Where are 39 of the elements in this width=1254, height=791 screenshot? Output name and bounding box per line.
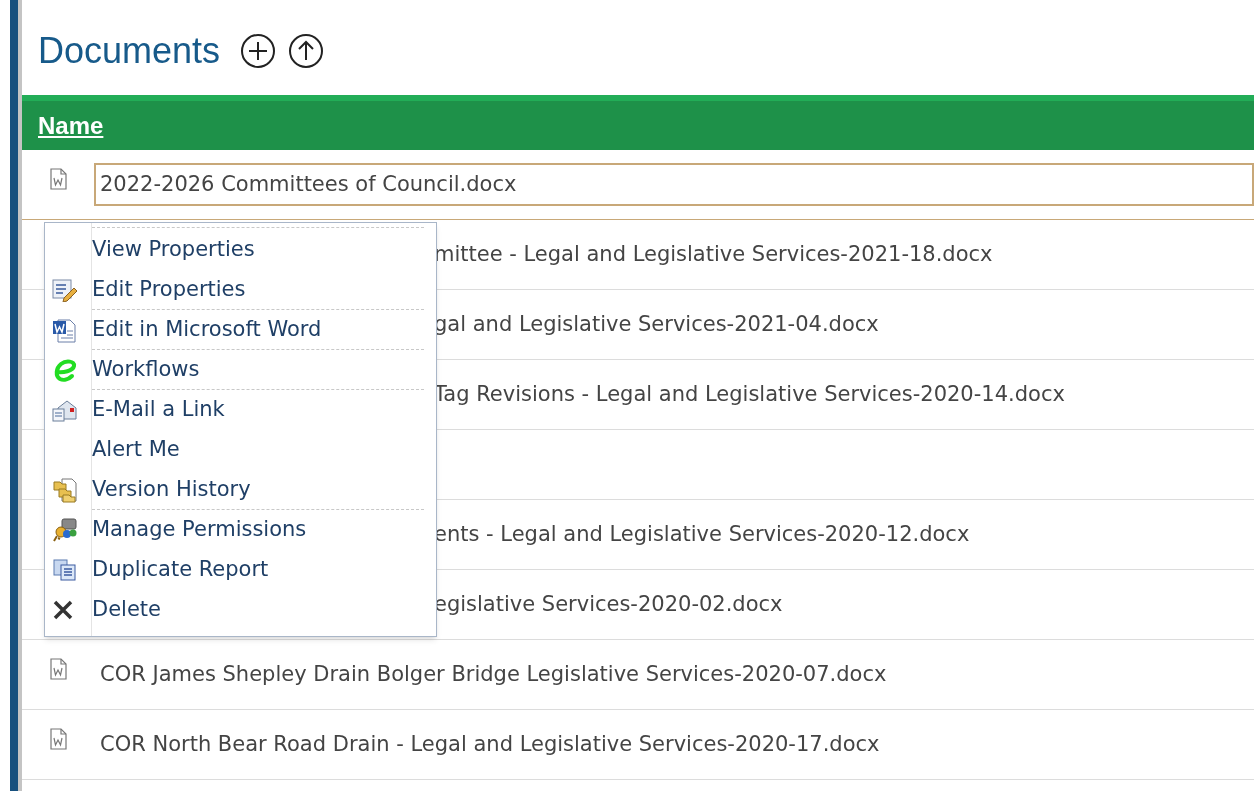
menu-item-label: Alert Me <box>92 436 180 464</box>
add-icon[interactable] <box>240 32 277 69</box>
file-name: COR James Shepley Drain Bolger Bridge Legislative Services-2020-07.docx <box>99 660 888 688</box>
duplicate-icon <box>52 558 78 582</box>
edit-properties-icon <box>52 277 78 302</box>
menu-item[interactable]: Edit Properties <box>92 270 424 310</box>
upload-icon[interactable] <box>288 32 325 69</box>
menu-item[interactable]: Manage Permissions <box>92 510 424 550</box>
permissions-icon <box>52 517 78 543</box>
menu-item[interactable]: Workflows <box>92 350 424 390</box>
file-name: 2022-2026 Committees of Council.docx <box>94 162 1254 207</box>
column-header-link[interactable]: Name <box>38 107 104 144</box>
menu-item[interactable]: E-Mail a Link <box>92 390 424 430</box>
close-icon <box>52 599 74 621</box>
word-document-icon <box>52 316 76 343</box>
file-name: egislative Services-2020-02.docx <box>434 590 783 618</box>
menu-item[interactable]: Version History <box>92 470 424 510</box>
table-row[interactable]: 2022-2026 Committees of Council.docx <box>22 150 1254 220</box>
menu-item[interactable]: Alert Me <box>92 430 424 470</box>
file-name: Tag Revisions - Legal and Legislative Services-2020-14.docx <box>434 380 1065 408</box>
menu-item-label: Manage Permissions <box>92 516 307 544</box>
table-row[interactable]: COR James Shepley Drain Bolger Bridge Legislative Services-2020-07.docx <box>22 640 1254 710</box>
menu-item-label: View Properties <box>92 236 255 264</box>
menu-item[interactable]: View Properties <box>92 230 424 270</box>
file-name: COR North Bear Road Drain - Legal and Legislative Services-2020-17.docx <box>99 730 881 758</box>
version-history-icon <box>52 476 78 503</box>
menu-item[interactable]: Delete <box>92 590 424 630</box>
document-icon <box>49 727 67 750</box>
envelope-icon <box>52 398 78 422</box>
page-title: Documents <box>38 28 221 73</box>
menu-item[interactable]: Edit in Microsoft Word <box>92 310 424 350</box>
menu-item-label: Delete <box>92 596 161 624</box>
file-name: mittee - Legal and Legislative Services-2021-18.docx <box>434 240 993 268</box>
document-icon <box>49 167 67 190</box>
document-icon <box>49 657 67 680</box>
menu-item-label: E-Mail a Link <box>92 396 225 424</box>
menu-item-label: Edit in Microsoft Word <box>92 315 322 343</box>
menu-item-label: Version History <box>92 475 251 503</box>
table-row[interactable]: COR North Bear Road Drain - Legal and Legislative Services-2020-17.docx <box>22 710 1254 780</box>
